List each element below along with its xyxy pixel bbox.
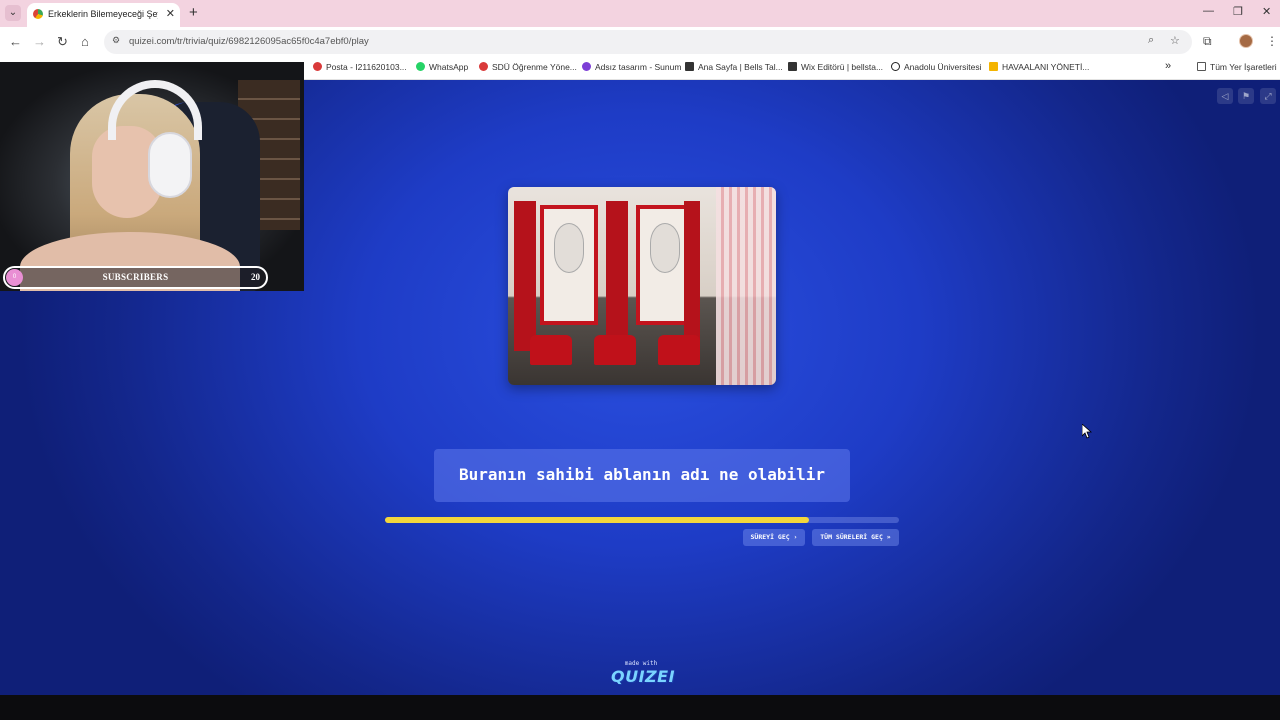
bookmark-item[interactable]: Adsız tasarım - Sunum bbox=[582, 62, 681, 72]
mouse-cursor-icon bbox=[1081, 423, 1093, 444]
question-text: Buranın sahibi ablanın adı ne olabilir bbox=[458, 465, 826, 484]
tab-search-icon[interactable]: ⌄ bbox=[5, 5, 21, 21]
all-bookmarks-folder[interactable]: Tüm Yer İşaretleri bbox=[1197, 62, 1277, 72]
skip-all-time-button[interactable]: TÜM SÜRELERİ GEÇ » bbox=[812, 529, 899, 546]
timer-progress-fill bbox=[385, 517, 810, 523]
whatsapp-icon bbox=[416, 62, 425, 71]
site-favicon-icon bbox=[33, 9, 43, 19]
home-icon[interactable]: ⌂ bbox=[81, 34, 89, 49]
bookmark-item[interactable]: Ana Sayfa | Bells Tal... bbox=[685, 62, 783, 72]
wix-icon bbox=[685, 62, 694, 71]
canva-icon bbox=[582, 62, 591, 71]
drive-icon bbox=[989, 62, 998, 71]
more-bookmarks-icon[interactable]: » bbox=[1165, 60, 1171, 72]
site-info-icon[interactable]: ⚙ bbox=[112, 35, 124, 47]
zoom-icon[interactable]: ⌕ bbox=[1148, 34, 1154, 47]
tab-title: Erkeklerin Bilemeyeceği Şeyler bbox=[48, 9, 158, 19]
fullscreen-icon[interactable]: ⤢ bbox=[1260, 88, 1276, 104]
bottom-letterbox bbox=[0, 695, 1280, 720]
reload-icon[interactable]: ↻ bbox=[57, 34, 68, 50]
new-tab-icon[interactable]: + bbox=[189, 4, 198, 21]
bookmark-item[interactable]: Posta - I211620103... bbox=[313, 62, 407, 72]
subscriber-goal-bar: 0 SUBSCRIBERS 20 bbox=[3, 266, 268, 289]
webcam-overlay: 0 SUBSCRIBERS 20 bbox=[0, 62, 304, 291]
mail-icon bbox=[313, 62, 322, 71]
bookmark-item[interactable]: WhatsApp bbox=[416, 62, 468, 72]
question-image bbox=[508, 187, 776, 385]
folder-icon bbox=[1197, 62, 1206, 71]
university-icon bbox=[891, 62, 900, 71]
star-bookmark-icon[interactable]: ☆ bbox=[1170, 34, 1180, 47]
headphones-icon bbox=[108, 80, 202, 140]
bookmark-item[interactable]: HAVAALANI YÖNETİ... bbox=[989, 62, 1089, 72]
menu-icon[interactable]: ⋮ bbox=[1266, 34, 1278, 48]
close-window-icon[interactable]: ✕ bbox=[1262, 5, 1271, 18]
back-icon[interactable]: ← bbox=[9, 34, 22, 49]
active-tab[interactable]: Erkeklerin Bilemeyeceği Şeyler ✕ bbox=[27, 3, 180, 27]
bookmark-item[interactable]: Wix Editörü | bellsta... bbox=[788, 62, 883, 72]
bookmark-item[interactable]: SDÜ Öğrenme Yöne... bbox=[479, 62, 577, 72]
mute-icon[interactable]: ◁ bbox=[1217, 88, 1233, 104]
restore-icon[interactable]: ❐ bbox=[1233, 5, 1243, 18]
profile-avatar[interactable] bbox=[1239, 34, 1253, 48]
url-text: quizei.com/tr/trivia/quiz/6982126095ac65… bbox=[129, 36, 369, 47]
address-bar[interactable]: ⚙ quizei.com/tr/trivia/quiz/6982126095ac… bbox=[104, 30, 1192, 54]
skip-time-button[interactable]: SÜREYİ GEÇ › bbox=[743, 529, 805, 546]
browser-toolbar: ← → ↻ ⌂ ⚙ quizei.com/tr/trivia/quiz/6982… bbox=[0, 27, 1280, 57]
quizei-logo[interactable]: QUIZEI bbox=[611, 667, 675, 686]
subscribers-label: SUBSCRIBERS bbox=[102, 272, 169, 282]
extensions-icon[interactable]: ⧉ bbox=[1203, 34, 1212, 49]
sdu-icon bbox=[479, 62, 488, 71]
bookmark-item[interactable]: Anadolu Üniversitesi bbox=[891, 62, 981, 72]
minimize-icon[interactable]: — bbox=[1203, 5, 1214, 17]
question-card: Buranın sahibi ablanın adı ne olabilir bbox=[434, 449, 850, 502]
timer-progress-bar bbox=[385, 517, 899, 523]
close-tab-icon[interactable]: ✕ bbox=[166, 7, 175, 20]
report-flag-icon[interactable]: ⚑ bbox=[1238, 88, 1254, 104]
tab-strip: ⌄ Erkeklerin Bilemeyeceği Şeyler ✕ + — ❐… bbox=[0, 0, 1280, 27]
wix-icon bbox=[788, 62, 797, 71]
made-with-text: made with bbox=[624, 660, 658, 667]
subscribers-count: 20 bbox=[251, 272, 260, 282]
forward-icon[interactable]: → bbox=[33, 34, 46, 49]
